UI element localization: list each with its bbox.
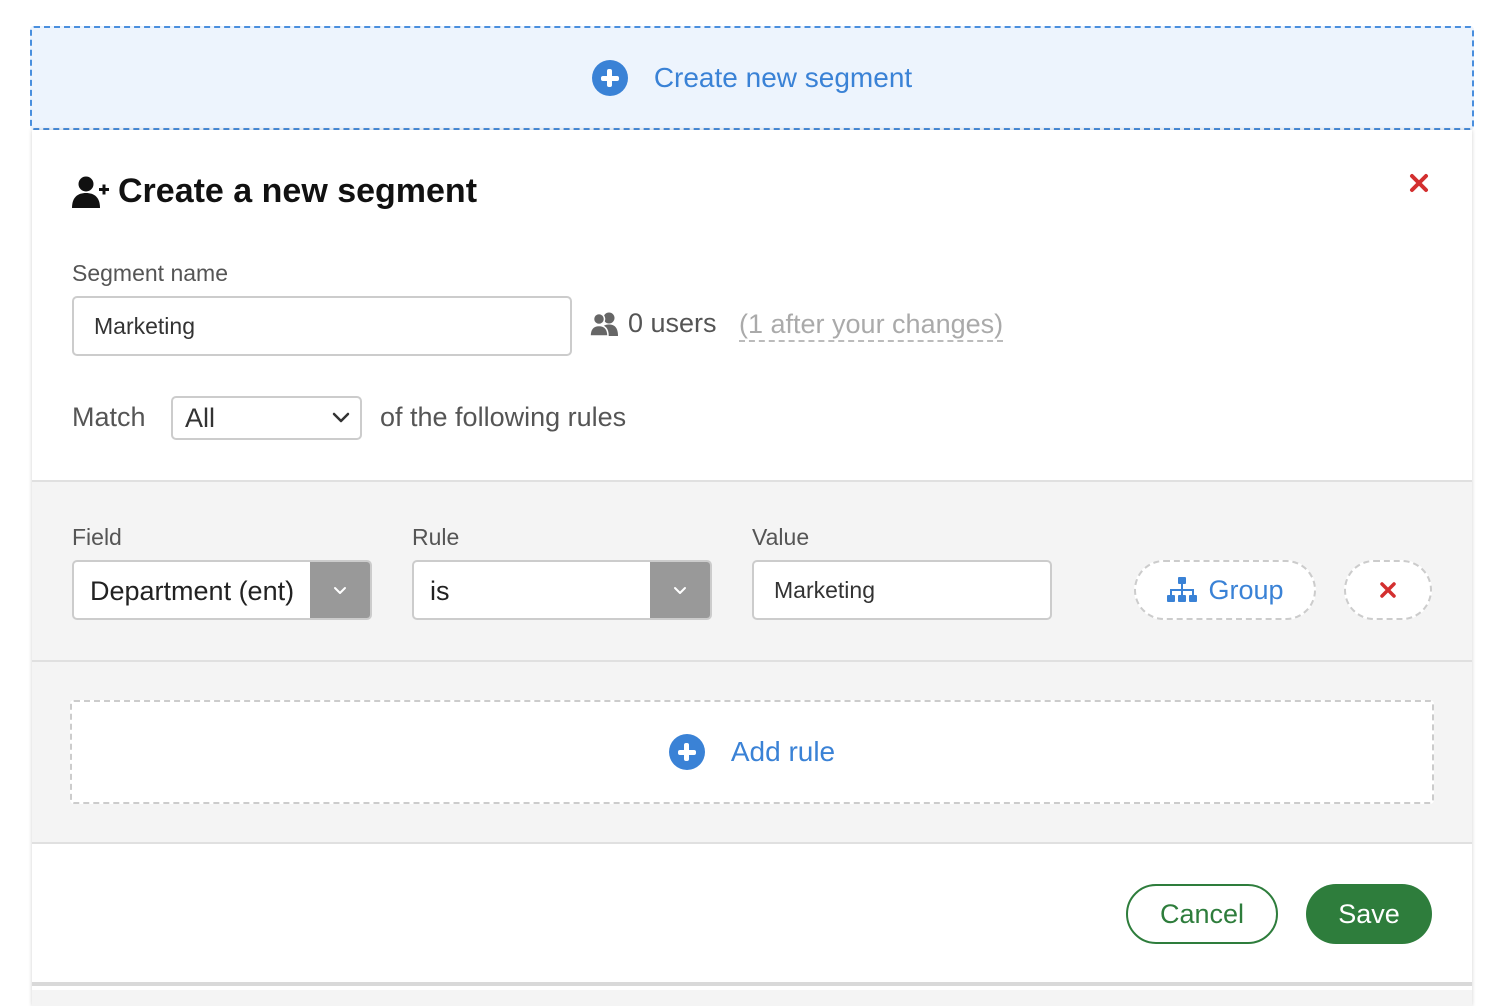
close-icon[interactable] <box>1408 172 1430 194</box>
page: Create new segment Create a new segment … <box>0 0 1500 1006</box>
segment-form-card: Create a new segment Segment name 0 user… <box>32 130 1472 1006</box>
form-title: Create a new segment <box>72 172 477 211</box>
plus-circle-icon <box>668 734 705 770</box>
create-new-segment-label: Create new segment <box>653 62 913 93</box>
match-label: Match <box>72 402 146 432</box>
form-title-text: Create a new segment <box>118 172 478 210</box>
value-input[interactable] <box>752 560 1052 620</box>
chevron-down-icon <box>334 586 346 594</box>
field-select[interactable]: Department (ent) <box>72 560 372 620</box>
sitemap-icon <box>1167 577 1198 602</box>
segment-name-label: Segment name <box>72 260 228 286</box>
rule-select-value: is <box>430 576 450 606</box>
field-select-value: Department (ent) <box>90 576 295 606</box>
users-count: 0 users <box>590 308 717 339</box>
users-count-text: 0 users <box>628 308 717 338</box>
match-select-value: All <box>185 402 216 433</box>
cancel-button[interactable]: Cancel <box>1126 884 1278 944</box>
bottom-divider <box>32 990 1472 1006</box>
users-icon <box>590 312 618 337</box>
group-button-label: Group <box>1208 574 1284 605</box>
remove-rule-button[interactable] <box>1344 560 1432 620</box>
value-label: Value <box>752 524 810 550</box>
user-plus-icon <box>72 176 109 208</box>
plus-circle-icon <box>591 60 628 96</box>
add-rule-area: Add rule <box>32 662 1472 844</box>
form-footer: Cancel Save <box>32 844 1472 986</box>
add-rule-button[interactable]: Add rule <box>70 700 1434 804</box>
rule-label: Rule <box>412 524 460 550</box>
chevron-down-icon <box>332 412 350 423</box>
group-button[interactable]: Group <box>1134 560 1316 620</box>
rules-text: of the following rules <box>380 402 627 432</box>
segment-form-header: Create a new segment Segment name 0 user… <box>32 130 1472 480</box>
field-label: Field <box>72 524 122 550</box>
rule-select-arrow <box>650 562 710 618</box>
rule-select[interactable]: is <box>412 560 712 620</box>
after-changes-link[interactable]: (1 after your changes) <box>739 308 1004 342</box>
chevron-down-icon <box>674 586 686 594</box>
segment-name-input[interactable] <box>72 296 572 356</box>
close-icon <box>1380 582 1396 598</box>
create-new-segment-button[interactable]: Create new segment <box>30 26 1474 130</box>
match-select[interactable]: All <box>171 396 362 440</box>
add-rule-label: Add rule <box>730 736 836 767</box>
rule-row: Field Rule Value Department (ent) is Mar… <box>32 480 1472 662</box>
save-button[interactable]: Save <box>1306 884 1432 944</box>
field-select-arrow <box>310 562 370 618</box>
